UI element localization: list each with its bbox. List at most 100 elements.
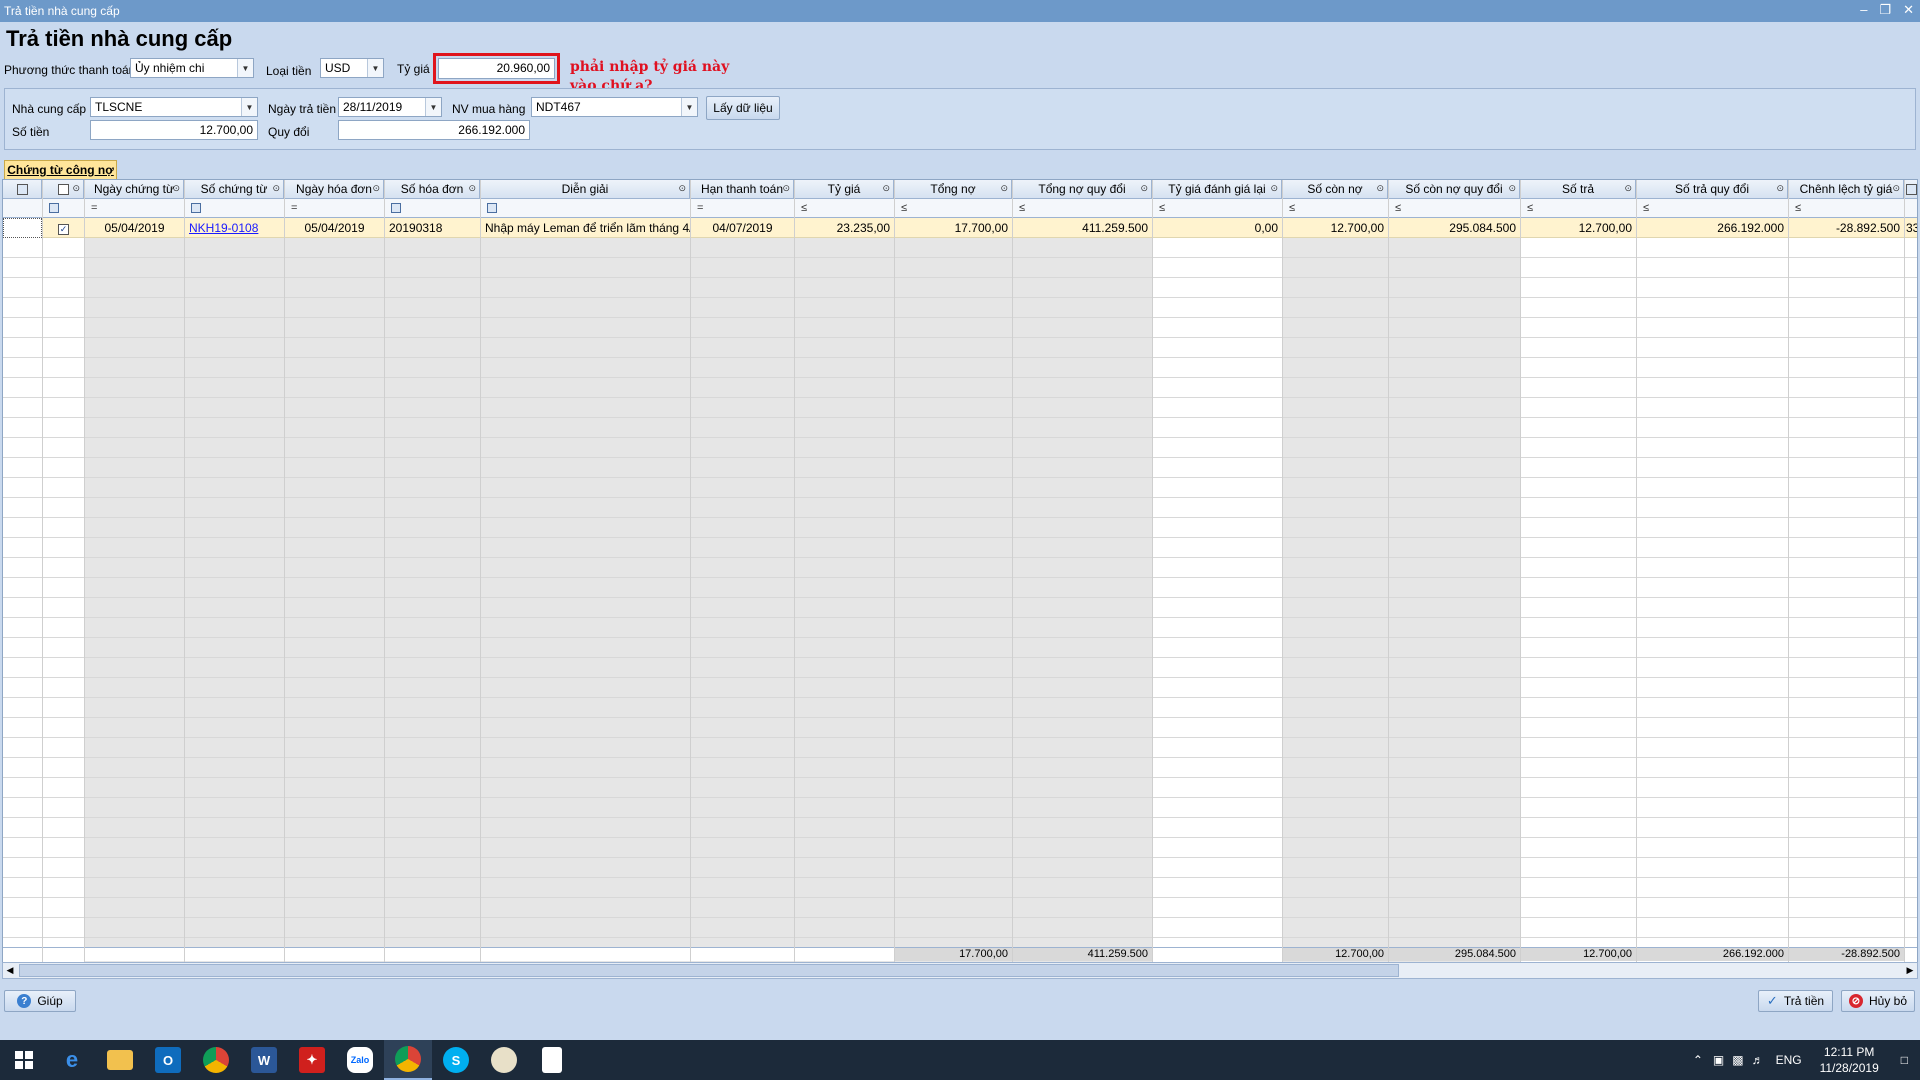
buyer-select[interactable]: NDT467 ▼ xyxy=(531,97,698,117)
cell-tong-no-quy-doi[interactable]: 411.259.500 xyxy=(1013,218,1152,238)
calculator-taskbar-button[interactable] xyxy=(528,1040,576,1080)
cell-so-tra-quy-doi[interactable]: 266.192.000 xyxy=(1637,218,1788,238)
zalo-taskbar-button[interactable]: Zalo xyxy=(336,1040,384,1080)
pin-icon[interactable]: ⊙ xyxy=(272,183,280,194)
cell-tong-no[interactable]: 17.700,00 xyxy=(895,218,1012,238)
language-indicator[interactable]: ENG xyxy=(1768,1053,1810,1067)
pin-icon[interactable]: ⊙ xyxy=(1624,183,1632,194)
header-so-hoa-don[interactable]: Số hóa đơn ⊙ xyxy=(385,180,480,199)
cell-ngay-hoa-don[interactable]: 05/04/2019 xyxy=(285,218,384,238)
filter-so-chung-tu[interactable] xyxy=(185,199,284,218)
filter-icon[interactable] xyxy=(49,203,59,213)
pdf-taskbar-button[interactable]: ✦ xyxy=(288,1040,336,1080)
close-icon[interactable]: ✕ xyxy=(1903,2,1914,18)
chevron-down-icon[interactable]: ▼ xyxy=(241,98,257,116)
filter-ngay-hoa-don[interactable]: = xyxy=(285,199,384,218)
cell-han-thanh-toan[interactable]: 04/07/2019 xyxy=(691,218,794,238)
outlook-taskbar-button[interactable]: O xyxy=(144,1040,192,1080)
cell-ngay-chung-tu[interactable]: 05/04/2019 xyxy=(85,218,184,238)
cell-ty-gia[interactable]: 23.235,00 xyxy=(795,218,894,238)
filter-chenh-lech-ty-gia[interactable]: ≤ xyxy=(1789,199,1904,218)
pin-icon[interactable]: ⊙ xyxy=(172,183,180,194)
pin-icon[interactable]: ⊙ xyxy=(1508,183,1516,194)
header-ngay-chung-tu[interactable]: Ngày chứng từ ⊙ xyxy=(85,180,184,199)
chevron-up-icon[interactable]: ⌃ xyxy=(1687,1053,1709,1067)
minimize-icon[interactable]: – xyxy=(1860,2,1867,18)
restore-icon[interactable]: ❐ xyxy=(1879,2,1891,18)
cell-ty-gia-danh-gia-lai[interactable]: 0,00 xyxy=(1153,218,1282,238)
cell-so-con-no-quy-doi[interactable]: 295.084.500 xyxy=(1389,218,1520,238)
pin-icon[interactable]: ⊙ xyxy=(72,183,80,194)
notification-icon[interactable]: □ xyxy=(1889,1053,1920,1067)
header-ty-gia[interactable]: Tỷ giá ⊙ xyxy=(795,180,894,199)
pin-icon[interactable]: ⊙ xyxy=(1270,183,1278,194)
column-chooser-icon[interactable] xyxy=(1905,183,1917,195)
pin-icon[interactable]: ⊙ xyxy=(1140,183,1148,194)
header-ngay-hoa-don[interactable]: Ngày hóa đơn ⊙ xyxy=(285,180,384,199)
filter-so-hoa-don[interactable] xyxy=(385,199,480,218)
row-indicator[interactable] xyxy=(3,218,42,238)
chrome-active-taskbar-button[interactable] xyxy=(384,1040,432,1080)
header-column-chooser[interactable] xyxy=(1905,180,1917,199)
pin-icon[interactable]: ⊙ xyxy=(1376,183,1384,194)
cell-chenh-lech-ty-gia[interactable]: -28.892.500 xyxy=(1789,218,1904,238)
header-so-tra-quy-doi[interactable]: Số trả quy đổi ⊙ xyxy=(1637,180,1788,199)
pay-button[interactable]: ✓ Trả tiền xyxy=(1758,990,1833,1012)
fetch-data-button[interactable]: Lấy dữ liệu xyxy=(706,96,780,120)
header-dien-giai[interactable]: Diễn giải ⊙ xyxy=(481,180,690,199)
filter-icon[interactable] xyxy=(487,203,497,213)
volume-icon[interactable]: ♬ xyxy=(1748,1053,1768,1067)
header-chenh-lech-ty-gia[interactable]: Chênh lệch tỷ giá ⊙ xyxy=(1789,180,1904,199)
skype-taskbar-button[interactable]: S xyxy=(432,1040,480,1080)
header-han-thanh-toan[interactable]: Hạn thanh toán ⊙ xyxy=(691,180,794,199)
header-tong-no-quy-doi[interactable]: Tổng nợ quy đổi ⊙ xyxy=(1013,180,1152,199)
filter-icon[interactable] xyxy=(191,203,201,213)
pay-date-picker[interactable]: 28/11/2019 ▼ xyxy=(338,97,442,117)
amount-input[interactable]: 12.700,00 xyxy=(90,120,258,140)
filter-han-thanh-toan[interactable]: = xyxy=(691,199,794,218)
paint-taskbar-button[interactable] xyxy=(480,1040,528,1080)
payment-method-select[interactable]: Ủy nhiệm chi ▼ xyxy=(130,58,254,78)
supplier-select[interactable]: TLSCNE ▼ xyxy=(90,97,258,117)
filter-ty-gia-danh-gia-lai[interactable]: ≤ xyxy=(1153,199,1282,218)
select-all-checkbox[interactable] xyxy=(57,183,69,195)
help-button[interactable]: ? Giúp xyxy=(4,990,76,1012)
tab-chung-tu-cong-no[interactable]: Chứng từ công nợ xyxy=(4,160,117,179)
header-so-con-no-quy-doi[interactable]: Số còn nợ quy đổi ⊙ xyxy=(1389,180,1520,199)
scroll-left-icon[interactable]: ◀ xyxy=(3,963,17,978)
document-link[interactable]: NKH19-0108 xyxy=(189,221,258,235)
horizontal-scrollbar[interactable]: ◀ ▶ xyxy=(2,962,1918,979)
pin-icon[interactable]: ⊙ xyxy=(1892,183,1900,194)
currency-select[interactable]: USD ▼ xyxy=(320,58,384,78)
chrome-taskbar-button[interactable] xyxy=(192,1040,240,1080)
pin-icon[interactable]: ⊙ xyxy=(678,183,686,194)
pin-icon[interactable]: ⊙ xyxy=(372,183,380,194)
filter-icon[interactable] xyxy=(391,203,401,213)
pin-icon[interactable]: ⊙ xyxy=(882,183,890,194)
clock[interactable]: 12:11 PM 11/28/2019 xyxy=(1810,1044,1889,1076)
header-so-tra[interactable]: Số trả ⊙ xyxy=(1521,180,1636,199)
word-taskbar-button[interactable]: W xyxy=(240,1040,288,1080)
row-checkbox[interactable]: ✓ xyxy=(58,224,69,235)
filter-tong-no-quy-doi[interactable]: ≤ xyxy=(1013,199,1152,218)
explorer-taskbar-button[interactable] xyxy=(96,1040,144,1080)
filter-so-tra-quy-doi[interactable]: ≤ xyxy=(1637,199,1788,218)
start-button[interactable] xyxy=(0,1040,48,1080)
filter-tong-no[interactable]: ≤ xyxy=(895,199,1012,218)
cell-so-hoa-don[interactable]: 20190318 xyxy=(385,218,480,238)
cell-so-tra[interactable]: 12.700,00 xyxy=(1521,218,1636,238)
filter-so-tra[interactable]: ≤ xyxy=(1521,199,1636,218)
chevron-down-icon[interactable]: ▼ xyxy=(425,98,441,116)
pin-icon[interactable]: ⊙ xyxy=(468,183,476,194)
cell-dien-giai[interactable]: Nhập máy Leman để triển lãm tháng 4/2 xyxy=(481,218,690,238)
antivirus-icon[interactable]: ▩ xyxy=(1728,1053,1747,1067)
cell-so-con-no[interactable]: 12.700,00 xyxy=(1283,218,1388,238)
pin-icon[interactable]: ⊙ xyxy=(1776,183,1784,194)
filter-dien-giai[interactable] xyxy=(481,199,690,218)
pin-icon[interactable]: ⊙ xyxy=(1000,183,1008,194)
header-so-con-no[interactable]: Số còn nợ ⊙ xyxy=(1283,180,1388,199)
filter-so-con-no[interactable]: ≤ xyxy=(1283,199,1388,218)
converted-input[interactable]: 266.192.000 xyxy=(338,120,530,140)
cancel-button[interactable]: ⊘ Hủy bỏ xyxy=(1841,990,1915,1012)
filter-ngay-chung-tu[interactable]: = xyxy=(85,199,184,218)
